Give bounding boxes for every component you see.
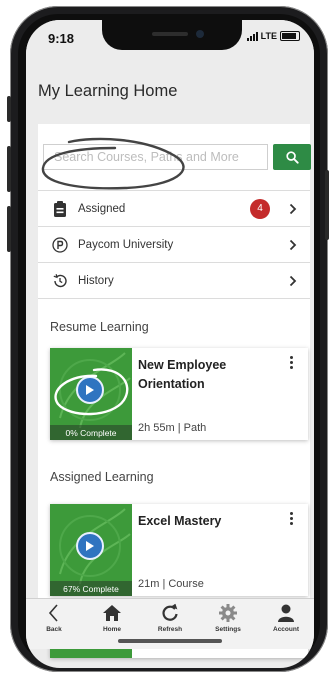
tab-label: Refresh: [157, 626, 183, 633]
menu-item-label: History: [78, 274, 114, 287]
paycom-p-icon: [52, 236, 68, 253]
search-bar: [41, 137, 311, 190]
front-camera: [196, 30, 204, 38]
tab-label: Back: [46, 626, 62, 633]
tab-label: Settings: [215, 626, 241, 633]
search-button[interactable]: [273, 144, 311, 170]
assigned-count-badge: 4: [250, 198, 270, 219]
page-title: My Learning Home: [38, 82, 178, 100]
more-options-icon[interactable]: [288, 356, 294, 369]
power-button: [325, 170, 329, 240]
status-indicators: LTE: [246, 31, 300, 41]
course-thumbnail: 0% Complete: [50, 348, 132, 440]
bottom-tab-bar: Back Home Refresh Settings Account: [26, 598, 314, 649]
course-meta: 21m | Course: [138, 578, 204, 590]
more-options-icon[interactable]: [288, 512, 294, 525]
menu-item-history[interactable]: History: [38, 262, 310, 299]
search-input[interactable]: [43, 144, 268, 170]
status-time: 9:18: [48, 31, 75, 46]
tab-back[interactable]: Back: [26, 603, 82, 633]
menu-item-paycom-university[interactable]: Paycom University: [38, 226, 310, 262]
account-icon: [278, 604, 294, 622]
status-bar: 9:18 LTE: [26, 20, 314, 56]
home-icon: [103, 605, 121, 621]
tab-home[interactable]: Home: [84, 603, 140, 633]
play-icon: [86, 541, 94, 551]
tab-label: Account: [273, 626, 299, 633]
tab-refresh[interactable]: Refresh: [142, 603, 198, 633]
home-indicator: [118, 639, 222, 643]
progress-caption: 67% Complete: [50, 581, 132, 596]
back-chevron-icon: [48, 604, 58, 622]
menu-item-label: Paycom University: [78, 238, 174, 251]
tab-label: Home: [102, 626, 122, 633]
course-thumbnail: 67% Complete: [50, 504, 132, 596]
tab-settings[interactable]: Settings: [200, 603, 256, 633]
course-title: Excel Mastery: [138, 514, 222, 528]
resume-learning-heading: Resume Learning: [50, 320, 149, 334]
search-icon: [285, 150, 299, 164]
scribble-annotation: [54, 368, 129, 416]
notch: [102, 20, 242, 50]
chevron-right-icon: [286, 239, 300, 251]
main-content: Assigned 4 Paycom University: [38, 124, 311, 658]
screen: 9:18 LTE My Learning Home Search Courses…: [26, 20, 314, 668]
chevron-right-icon: [286, 203, 300, 215]
chevron-right-icon: [286, 275, 300, 287]
history-icon: [52, 273, 68, 289]
carrier-label: LTE: [260, 31, 277, 41]
menu-item-label: Assigned: [78, 202, 126, 215]
signal-icon: [246, 31, 258, 41]
volume-up-button: [7, 146, 11, 192]
course-card-excel-mastery[interactable]: 67% Complete Excel Mastery 21m | Course: [50, 504, 308, 596]
clipboard-icon: [52, 200, 68, 217]
assigned-learning-heading: Assigned Learning: [50, 470, 154, 484]
tab-account[interactable]: Account: [258, 603, 314, 633]
volume-down-button: [7, 206, 11, 252]
gear-icon: [219, 604, 237, 622]
play-button[interactable]: [76, 532, 104, 560]
menu-item-assigned[interactable]: Assigned 4: [38, 190, 310, 226]
speaker-grille: [152, 32, 188, 36]
mute-switch: [7, 96, 11, 122]
progress-caption: 0% Complete: [50, 425, 132, 440]
battery-icon: [280, 31, 300, 41]
refresh-icon: [162, 603, 178, 621]
course-meta: 2h 55m | Path: [138, 422, 207, 434]
course-title: New Employee Orientation: [138, 358, 227, 391]
course-card-new-employee-orientation[interactable]: 0% Complete New Employee Orientation 2h …: [50, 348, 308, 440]
